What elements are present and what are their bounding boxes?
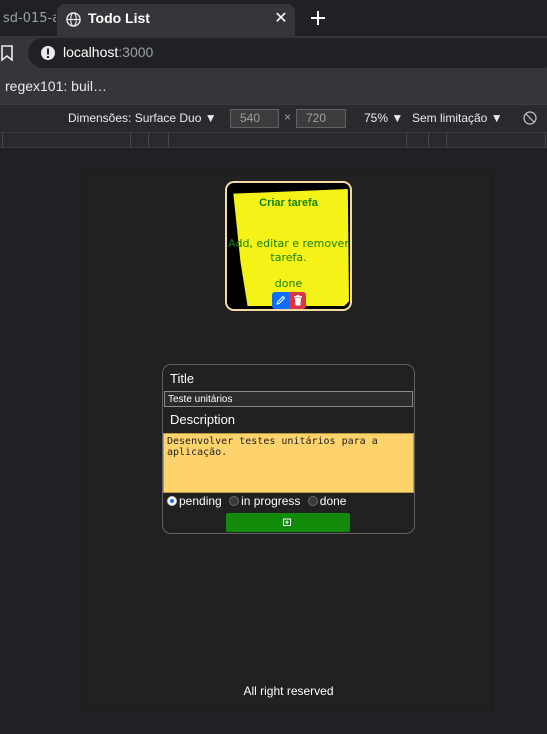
delete-task-button[interactable]: [289, 292, 306, 309]
globe-icon: [66, 12, 81, 27]
dimension-separator: ×: [284, 110, 292, 124]
address-bar[interactable]: localhost:3000: [28, 38, 547, 68]
task-title: Criar tarefa: [259, 197, 318, 209]
trash-icon: [294, 295, 302, 306]
radio-done-label: done: [319, 494, 347, 508]
browser-toolbar: localhost:3000: [0, 36, 547, 70]
radio-pending[interactable]: [167, 496, 177, 506]
radio-pending-label: pending: [179, 494, 222, 508]
url-port: :3000: [118, 44, 154, 60]
task-status: done: [274, 277, 303, 290]
edit-task-button[interactable]: [272, 292, 289, 309]
zoom-select[interactable]: 75% ▼: [364, 111, 403, 125]
radio-in-progress-label: in progress: [241, 494, 301, 508]
tab-title: Todo List: [88, 10, 150, 26]
tab-bar: sd-015-a Todo List ✕: [0, 0, 547, 36]
device-height-input[interactable]: 720: [296, 109, 346, 128]
radio-done[interactable]: [307, 496, 318, 506]
device-width-input[interactable]: 540: [230, 109, 279, 128]
rotate-icon[interactable]: [523, 111, 537, 125]
plus-icon[interactable]: [308, 8, 328, 28]
bookmarks-bar: regex101: buil…: [0, 70, 547, 104]
device-toolbar: Dimensões: Surface Duo ▼ 540 × 720 75% ▼…: [0, 104, 547, 132]
pencil-icon: [276, 295, 286, 305]
url-text: localhost:3000: [63, 44, 153, 60]
title-label: Title: [170, 371, 195, 386]
device-dimensions-select[interactable]: Dimensões: Surface Duo ▼: [68, 111, 217, 125]
url-host: localhost: [63, 44, 119, 60]
task-description: Add, editar e remover tarefa.: [228, 237, 349, 264]
description-textarea[interactable]: Desenvolver testes unitários para a apli…: [163, 433, 414, 493]
tab-todo-list[interactable]: Todo List ✕: [57, 4, 295, 36]
tab-inactive[interactable]: sd-015-a: [0, 6, 56, 36]
bookmark-regex101[interactable]: regex101: buil…: [5, 78, 107, 94]
close-icon[interactable]: ✕: [273, 10, 289, 26]
title-input[interactable]: [164, 391, 413, 407]
info-icon[interactable]: [40, 45, 56, 61]
task-card: Criar tarefa Add, editar e remover taref…: [225, 181, 352, 311]
emulated-viewport: Criar tarefa Add, editar e remover taref…: [0, 148, 547, 734]
radio-in-progress[interactable]: [229, 496, 240, 506]
media-query-ruler: [0, 132, 547, 148]
status-radio-group: pending in progress done: [167, 494, 350, 510]
bookmark-icon[interactable]: [0, 44, 14, 62]
task-form: Title Description Desenvolver testes uni…: [162, 364, 415, 534]
description-label: Description: [170, 412, 236, 427]
add-task-button[interactable]: [226, 513, 350, 532]
footer-text: All right reserved: [243, 684, 334, 698]
add-task-icon: [283, 518, 291, 526]
throttle-select[interactable]: Sem limitação ▼: [412, 111, 503, 125]
todo-page: Criar tarefa Add, editar e remover taref…: [86, 171, 491, 711]
